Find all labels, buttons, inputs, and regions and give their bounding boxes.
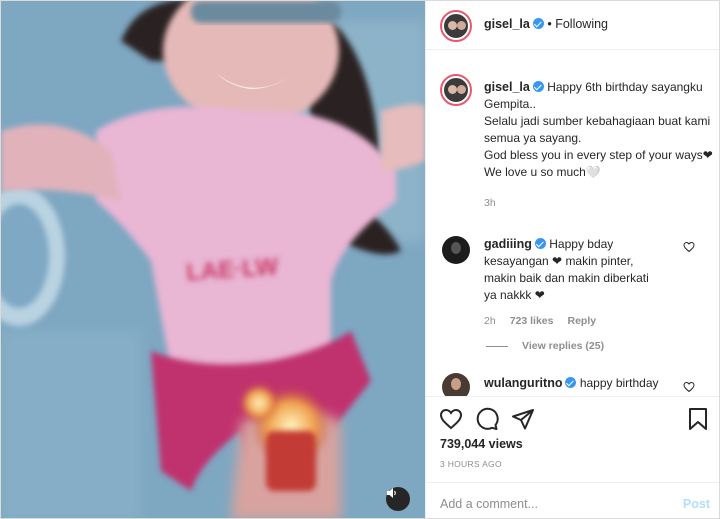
header-user: gisel_la • Following (484, 17, 608, 31)
caption-username-link[interactable]: gisel_la (484, 80, 530, 94)
comment-text: happy birthday (579, 376, 659, 390)
paper-plane-icon[interactable] (511, 407, 535, 431)
post-timestamp: 3 HOURS AGO (440, 459, 502, 469)
comment-meta: 2h 723 likes Reply (484, 315, 694, 327)
comment-likes-link[interactable]: 723 likes (510, 315, 554, 327)
comment-input[interactable]: Add a comment... (440, 497, 538, 511)
verified-badge-icon (532, 81, 544, 92)
comment-composer: Add a comment... Post (426, 482, 719, 518)
verified-badge-icon (532, 18, 544, 29)
speaker-icon (387, 488, 396, 498)
comment-time: 2h (484, 315, 496, 327)
comment-body: wulanguritno happy birthday (484, 375, 694, 392)
verified-badge-icon (565, 377, 577, 388)
post-video[interactable]: LAE·LW (1, 1, 425, 518)
author-username-link[interactable]: gisel_la (484, 17, 530, 31)
instagram-post-viewer: LAE·LW gisel_la • Following gisel_la Hap… (0, 0, 720, 519)
video-frame-illustration: LAE·LW (1, 1, 425, 518)
comment-2: wulanguritno happy birthday (484, 375, 694, 392)
caption-time: 3h (484, 197, 496, 209)
post-actions: 739,044 views 3 HOURS AGO (426, 396, 719, 481)
reply-button[interactable]: Reply (567, 315, 596, 327)
caption-block: gisel_la Happy 6th birthday sayangku Gem… (484, 79, 716, 209)
verified-badge-icon (534, 238, 546, 249)
caption-author-avatar[interactable] (440, 74, 472, 106)
post-comment-button[interactable]: Post (683, 497, 710, 511)
commenter-avatar[interactable] (442, 236, 470, 264)
commenter-avatar[interactable] (442, 373, 470, 396)
view-count[interactable]: 739,044 views (440, 437, 523, 451)
view-replies-button[interactable]: View replies (25) (486, 340, 604, 352)
bookmark-icon[interactable] (687, 407, 709, 431)
post-side-panel: gisel_la • Following gisel_la Happy 6th … (425, 1, 719, 518)
post-header: gisel_la • Following (426, 1, 719, 50)
caption: gisel_la Happy 6th birthday sayangku Gem… (484, 79, 716, 181)
heart-icon[interactable] (439, 407, 463, 431)
comment-like-heart-icon[interactable] (683, 241, 695, 253)
caption-text: Happy 6th birthday sayangku Gempita.. Se… (484, 80, 713, 179)
follow-status-button[interactable]: • Following (547, 17, 608, 31)
divider-line (486, 345, 508, 347)
comment-1: gadiiing Happy bday kesayangan ❤ makin p… (484, 236, 694, 327)
comment-body: gadiiing Happy bday kesayangan ❤ makin p… (484, 236, 694, 304)
mute-toggle-button[interactable] (386, 487, 410, 511)
commenter-username-link[interactable]: gadiiing (484, 237, 532, 251)
comment-icon[interactable] (475, 407, 499, 431)
comments-section[interactable]: gisel_la Happy 6th birthday sayangku Gem… (426, 51, 719, 396)
author-avatar[interactable] (440, 10, 472, 42)
commenter-username-link[interactable]: wulanguritno (484, 376, 562, 390)
comment-like-heart-icon[interactable] (683, 381, 695, 393)
